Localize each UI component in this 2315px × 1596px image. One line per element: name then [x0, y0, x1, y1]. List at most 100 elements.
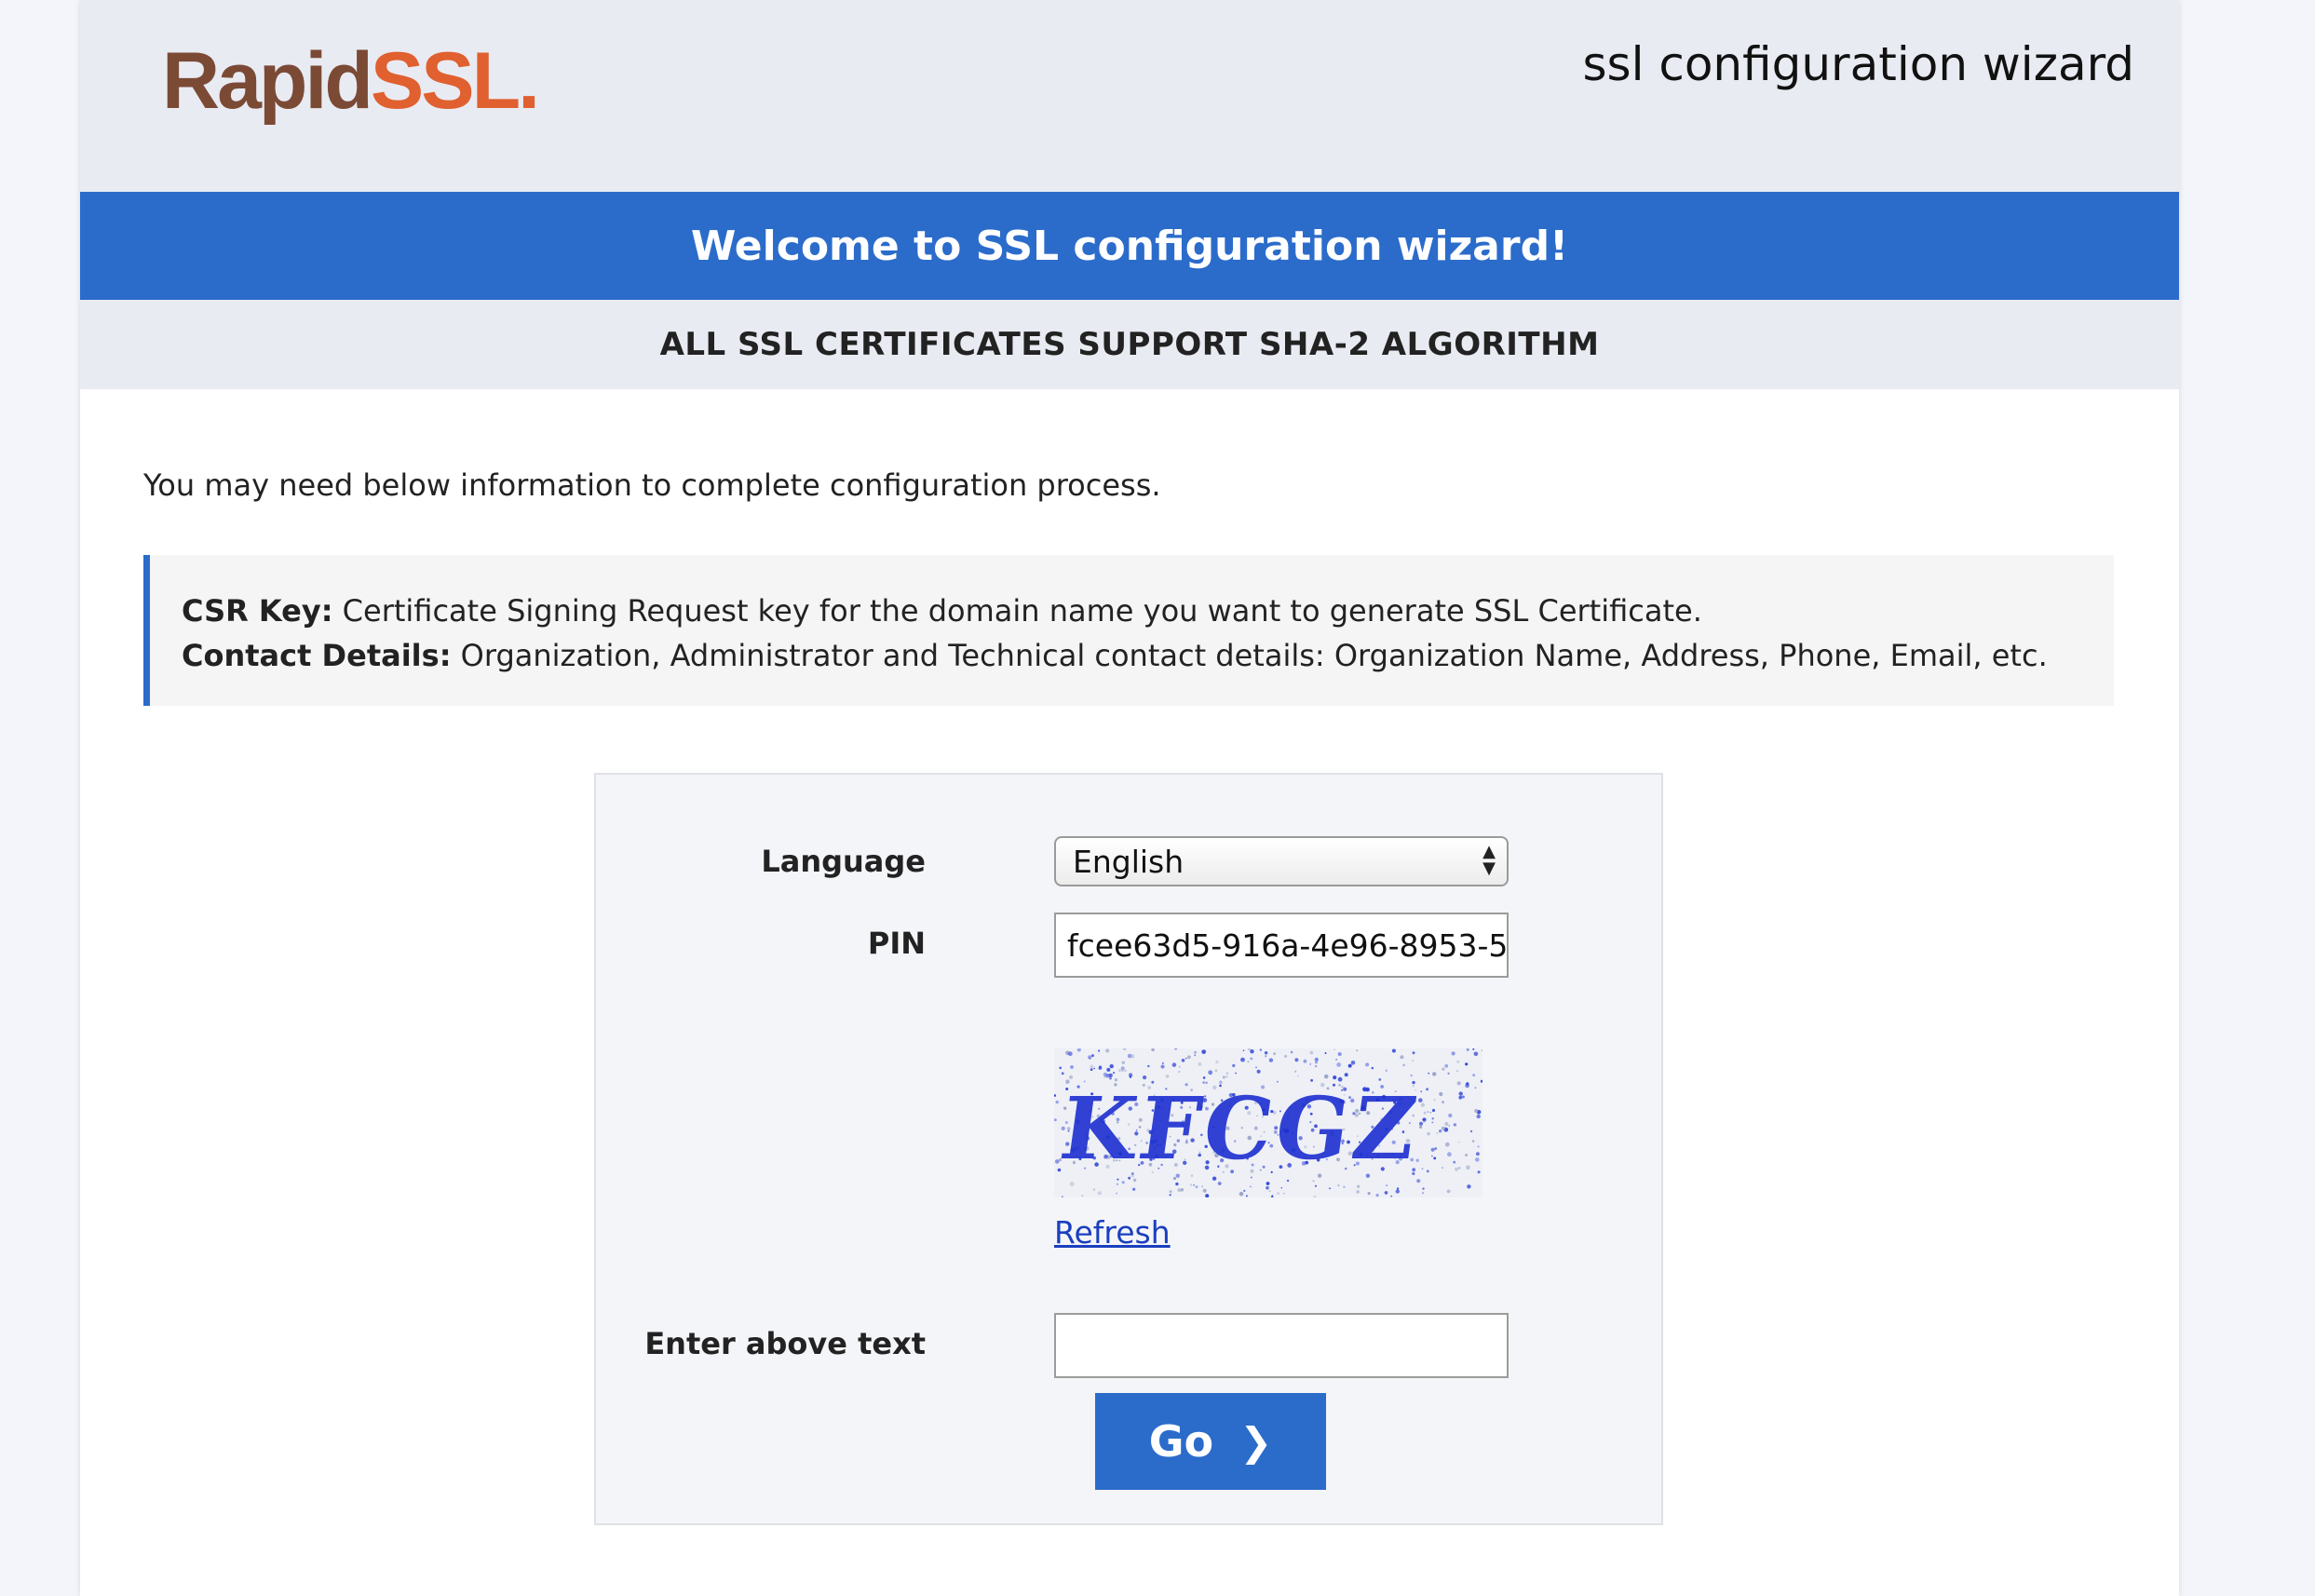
captcha-speck: [1109, 1063, 1114, 1069]
intro-text: You may need below information to comple…: [143, 467, 1161, 503]
captcha-speck: [1333, 1048, 1335, 1050]
captcha-speck: [1247, 1061, 1250, 1063]
captcha-speck: [1282, 1192, 1285, 1195]
captcha-speck: [1390, 1195, 1393, 1197]
captcha-speck: [1265, 1055, 1267, 1058]
captcha-speck: [1472, 1074, 1476, 1077]
captcha-speck: [1232, 1063, 1236, 1068]
welcome-banner: Welcome to SSL configuration wizard!: [80, 192, 2179, 300]
wizard-page: RapidSSL. ssl configuration wizard Welco…: [80, 0, 2179, 1596]
contact-label: Contact Details:: [182, 638, 452, 673]
captcha-speck: [1456, 1060, 1460, 1063]
captcha-speck: [1081, 1195, 1083, 1197]
captcha-speck: [1121, 1069, 1124, 1073]
captcha-image: KFCGZ: [1054, 1048, 1482, 1197]
pin-input-value: fcee63d5-916a-4e96-8953-5eb4: [1067, 926, 1509, 964]
captcha-speck: [1469, 1129, 1473, 1133]
language-select[interactable]: English ▲ ▼: [1054, 836, 1509, 886]
captcha-speck: [1415, 1158, 1419, 1162]
info-box: CSR Key: Certificate Signing Request key…: [143, 555, 2114, 706]
captcha-speck: [1336, 1062, 1341, 1067]
captcha-speck: [1423, 1120, 1426, 1123]
captcha-speck: [1457, 1141, 1460, 1143]
captcha-speck: [1453, 1160, 1456, 1164]
captcha-speck: [1162, 1062, 1164, 1064]
captcha-speck: [1475, 1157, 1480, 1162]
captcha-input[interactable]: [1054, 1313, 1509, 1378]
captcha-speck: [1448, 1113, 1453, 1118]
pin-label: PIN: [867, 926, 926, 961]
captcha-speck: [1268, 1058, 1274, 1062]
captcha-speck: [1090, 1064, 1094, 1069]
sha2-banner: ALL SSL CERTIFICATES SUPPORT SHA-2 ALGOR…: [80, 300, 2179, 389]
captcha-speck: [1337, 1184, 1340, 1186]
top-header: RapidSSL. ssl configuration wizard: [80, 0, 2179, 192]
captcha-speck: [1444, 1142, 1450, 1147]
captcha-speck: [1054, 1118, 1057, 1122]
csr-text: Certificate Signing Request key for the …: [332, 593, 1702, 629]
captcha-speck: [1132, 1178, 1137, 1183]
captcha-speck: [1465, 1062, 1469, 1066]
captcha-speck: [1121, 1181, 1125, 1184]
captcha-speck: [1431, 1108, 1436, 1113]
captcha-speck: [1294, 1058, 1299, 1062]
captcha-speck: [1442, 1067, 1445, 1071]
captcha-speck: [1314, 1184, 1318, 1187]
captcha-speck: [1266, 1185, 1269, 1190]
captcha-speck: [1395, 1189, 1400, 1194]
captcha-speck: [1128, 1073, 1133, 1077]
captcha-speck: [1147, 1064, 1150, 1068]
captcha-speck: [1337, 1052, 1342, 1056]
go-button[interactable]: Go ❯: [1095, 1393, 1326, 1490]
captcha-speck: [1286, 1179, 1290, 1183]
captcha-speck: [1067, 1051, 1073, 1057]
captcha-speck: [1456, 1081, 1461, 1086]
captcha-speck: [1477, 1145, 1480, 1148]
pin-input[interactable]: fcee63d5-916a-4e96-8953-5eb4: [1054, 913, 1509, 978]
logo-ssl: SSL.: [370, 36, 540, 126]
captcha-speck: [1412, 1060, 1414, 1062]
refresh-link[interactable]: Refresh: [1054, 1214, 1171, 1251]
captcha-speck: [1160, 1064, 1165, 1069]
captcha-speck: [1093, 1067, 1095, 1070]
captcha-speck: [1442, 1101, 1444, 1103]
captcha-speck: [1243, 1189, 1246, 1192]
captcha-speck: [1427, 1131, 1430, 1136]
captcha-speck: [1477, 1170, 1481, 1174]
captcha-speck: [1181, 1059, 1185, 1062]
captcha-speck: [1428, 1072, 1429, 1075]
form-panel: Language English ▲ ▼ PIN fcee63d5-916a-4e…: [594, 773, 1663, 1525]
captcha-speck: [1309, 1063, 1312, 1065]
captcha-speck: [1215, 1060, 1219, 1064]
captcha-speck: [1314, 1064, 1318, 1068]
captcha-speck: [1365, 1062, 1370, 1067]
captcha-speck: [1386, 1184, 1388, 1186]
captcha-speck: [1436, 1132, 1439, 1134]
language-label: Language: [761, 844, 926, 879]
captcha-speck: [1294, 1070, 1297, 1073]
captcha-speck: [1088, 1055, 1092, 1060]
captcha-speck: [1069, 1182, 1075, 1186]
captcha-speck: [1240, 1057, 1245, 1062]
captcha-speck: [1432, 1072, 1437, 1076]
captcha-speck: [1097, 1191, 1102, 1196]
captcha-speck: [1396, 1187, 1400, 1190]
captcha-speck: [1256, 1069, 1261, 1074]
csr-label: CSR Key:: [182, 593, 333, 629]
captcha-speck: [1255, 1066, 1257, 1069]
captcha-speck: [1433, 1098, 1436, 1102]
captcha-speck: [1113, 1072, 1116, 1075]
captcha-speck: [1473, 1051, 1479, 1057]
captcha-speck: [1175, 1182, 1179, 1186]
captcha-speck: [1324, 1052, 1327, 1054]
captcha-speck: [1178, 1065, 1181, 1068]
captcha-speck: [1455, 1069, 1459, 1073]
captcha-speck: [1442, 1167, 1443, 1169]
captcha-speck: [1427, 1111, 1429, 1113]
enter-text-label: Enter above text: [644, 1326, 926, 1361]
captcha-speck: [1202, 1188, 1207, 1193]
captcha-speck: [1474, 1087, 1477, 1089]
captcha-speck: [1447, 1152, 1452, 1157]
captcha-speck: [1375, 1194, 1379, 1197]
captcha-speck: [1431, 1155, 1433, 1157]
